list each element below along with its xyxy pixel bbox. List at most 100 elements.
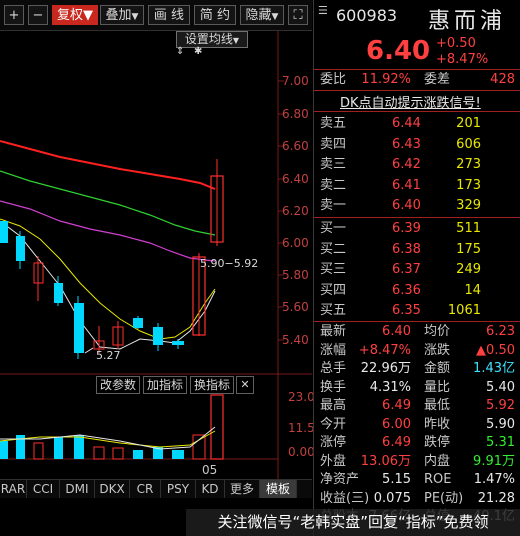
ma-setting-dropdown[interactable]: 设置均线▼ <box>176 31 248 48</box>
ask-label: 卖三 <box>320 157 347 172</box>
kline-svg <box>0 31 312 479</box>
date-label: 05 <box>202 463 218 477</box>
bid-label: 买一 <box>320 221 347 236</box>
dk-signal-link[interactable]: DK点自动提示涨跌信号! <box>340 92 481 111</box>
stat-label: 均价 <box>424 324 451 339</box>
price-tick: 6.80 <box>282 107 309 121</box>
bid-label: 买五 <box>320 303 347 318</box>
stat-label: 内盘 <box>424 453 451 469</box>
stat-row: 净资产 5.15 ROE 1.47% <box>314 471 520 489</box>
stat-label: 最低 <box>424 398 451 413</box>
tab-dkx[interactable]: DKX <box>95 480 130 498</box>
stat-label: 量比 <box>424 379 451 395</box>
ask-volume: 329 <box>456 198 481 213</box>
stat-label: PE(动) <box>424 490 464 506</box>
zoom-out-button[interactable]: − <box>28 5 48 25</box>
weicha-label: 委差 <box>424 72 451 87</box>
ask-price: 6.43 <box>392 136 421 152</box>
price-tick: 6.40 <box>282 172 309 186</box>
current-price: 6.40 <box>366 36 431 66</box>
stat-row: 外盘 13.06万 内盘 9.91万 <box>314 453 520 471</box>
tab-psy[interactable]: PSY <box>161 480 196 498</box>
bid-row[interactable]: 买一 6.39 511 <box>314 219 520 239</box>
stat-value: ▲0.50 <box>476 342 515 358</box>
tab-more[interactable]: 更多 <box>225 480 260 498</box>
ask-row[interactable]: 卖五 6.44 201 <box>314 114 520 134</box>
simple-mode-button[interactable]: 简 约 <box>194 5 236 25</box>
stat-row: 换手 4.31% 量比 5.40 <box>314 379 520 397</box>
stat-label: 收益(三) <box>320 490 370 506</box>
stat-label: 总手 <box>320 361 347 376</box>
stat-value: 1.43亿 <box>473 361 515 376</box>
switch-indicator-button[interactable]: 换指标 <box>190 376 234 394</box>
stat-label: 金额 <box>424 361 451 376</box>
expand-icon[interactable]: ⛶ <box>288 5 308 25</box>
stat-value: 5.31 <box>486 435 515 450</box>
ma-star-icon: ✱ <box>194 46 203 57</box>
price-tick: 5.40 <box>282 333 309 347</box>
diejia-dropdown[interactable]: 叠加▼ <box>100 5 144 25</box>
stat-value: 1.47% <box>473 472 515 487</box>
ask-row[interactable]: 卖三 6.42 273 <box>314 155 520 175</box>
tab-rar[interactable]: RAR <box>0 480 27 498</box>
bid-price: 6.36 <box>392 282 421 298</box>
toolbar: + − 复权▼ 叠加▼ 画 线 简 约 隐藏▼ ⛶ <box>0 0 312 31</box>
ask-price: 6.44 <box>392 116 421 131</box>
draw-line-button[interactable]: 画 线 <box>148 5 190 25</box>
kline-chart[interactable]: 设置均线▼ ⇕ ✱ 7.00 6.80 6.60 6.40 6.20 6.00 … <box>0 31 322 536</box>
fuquan-dropdown[interactable]: 复权▼ <box>52 5 98 25</box>
stat-value: 5.15 <box>382 472 411 487</box>
ask-row[interactable]: 卖二 6.41 173 <box>314 176 520 196</box>
bid-label: 买二 <box>320 241 347 257</box>
dropdown-arrow-icon: ▼ <box>131 12 139 22</box>
fuquan-label: 复权 <box>56 8 83 23</box>
ma-setting-label: 设置均线 <box>184 32 233 46</box>
price-tick: 5.80 <box>282 268 309 282</box>
ask-volume: 201 <box>456 116 481 131</box>
menu-icon[interactable]: ☰ <box>318 4 328 17</box>
ma-arrows-icon: ⇕ <box>176 46 185 57</box>
bid-label: 买四 <box>320 282 347 298</box>
ask-row[interactable]: 卖一 6.40 329 <box>314 196 520 216</box>
bid-volume: 1061 <box>447 303 481 318</box>
bid-row[interactable]: 买五 6.35 1061 <box>314 301 520 321</box>
tab-kd[interactable]: KD <box>196 480 225 498</box>
bid-row[interactable]: 买四 6.36 14 <box>314 281 520 301</box>
change-params-button[interactable]: 改参数 <box>96 376 140 394</box>
bid-row[interactable]: 买二 6.38 175 <box>314 240 520 260</box>
stat-row: 总手 22.96万 金额 1.43亿 <box>314 360 520 378</box>
ask-label: 卖四 <box>320 136 347 152</box>
stat-value: 6.49 <box>382 398 411 413</box>
stat-label: 涨幅 <box>320 342 347 358</box>
stat-value: 4.31% <box>369 379 411 395</box>
stat-value: 6.00 <box>382 416 411 432</box>
stat-value: +8.47% <box>358 342 411 358</box>
stat-value: 6.40 <box>382 324 411 339</box>
bid-price: 6.39 <box>392 221 421 236</box>
tab-cr[interactable]: CR <box>130 480 161 498</box>
hide-dropdown[interactable]: 隐藏▼ <box>240 5 284 25</box>
stat-value: 13.06万 <box>360 453 411 469</box>
dropdown-arrow-icon: ▼ <box>232 36 240 45</box>
bid-row[interactable]: 买三 6.37 249 <box>314 260 520 280</box>
close-icon[interactable]: ✕ <box>236 376 254 394</box>
ma-white-line <box>0 220 216 350</box>
tab-cci[interactable]: CCI <box>27 480 60 498</box>
tab-template[interactable]: 模板 <box>260 480 297 498</box>
zoom-in-button[interactable]: + <box>4 5 24 25</box>
add-indicator-button[interactable]: 加指标 <box>143 376 187 394</box>
low-price-label: 5.27 <box>96 349 121 362</box>
stat-label: 跌停 <box>424 435 451 450</box>
divider <box>314 217 520 218</box>
stat-label: 最新 <box>320 324 347 339</box>
stat-label: ROE <box>424 472 452 487</box>
ask-label: 卖二 <box>320 177 347 193</box>
tab-dmi[interactable]: DMI <box>60 480 95 498</box>
stat-label: 涨跌 <box>424 342 451 358</box>
ask-row[interactable]: 卖四 6.43 606 <box>314 135 520 155</box>
bid-price: 6.35 <box>392 303 421 318</box>
price-change-pct: +8.47% <box>436 52 489 67</box>
bid-volume: 249 <box>456 262 481 277</box>
stat-label: 净资产 <box>320 472 360 487</box>
stat-row: 收益(三) 0.075 PE(动) 21.28 <box>314 490 520 508</box>
